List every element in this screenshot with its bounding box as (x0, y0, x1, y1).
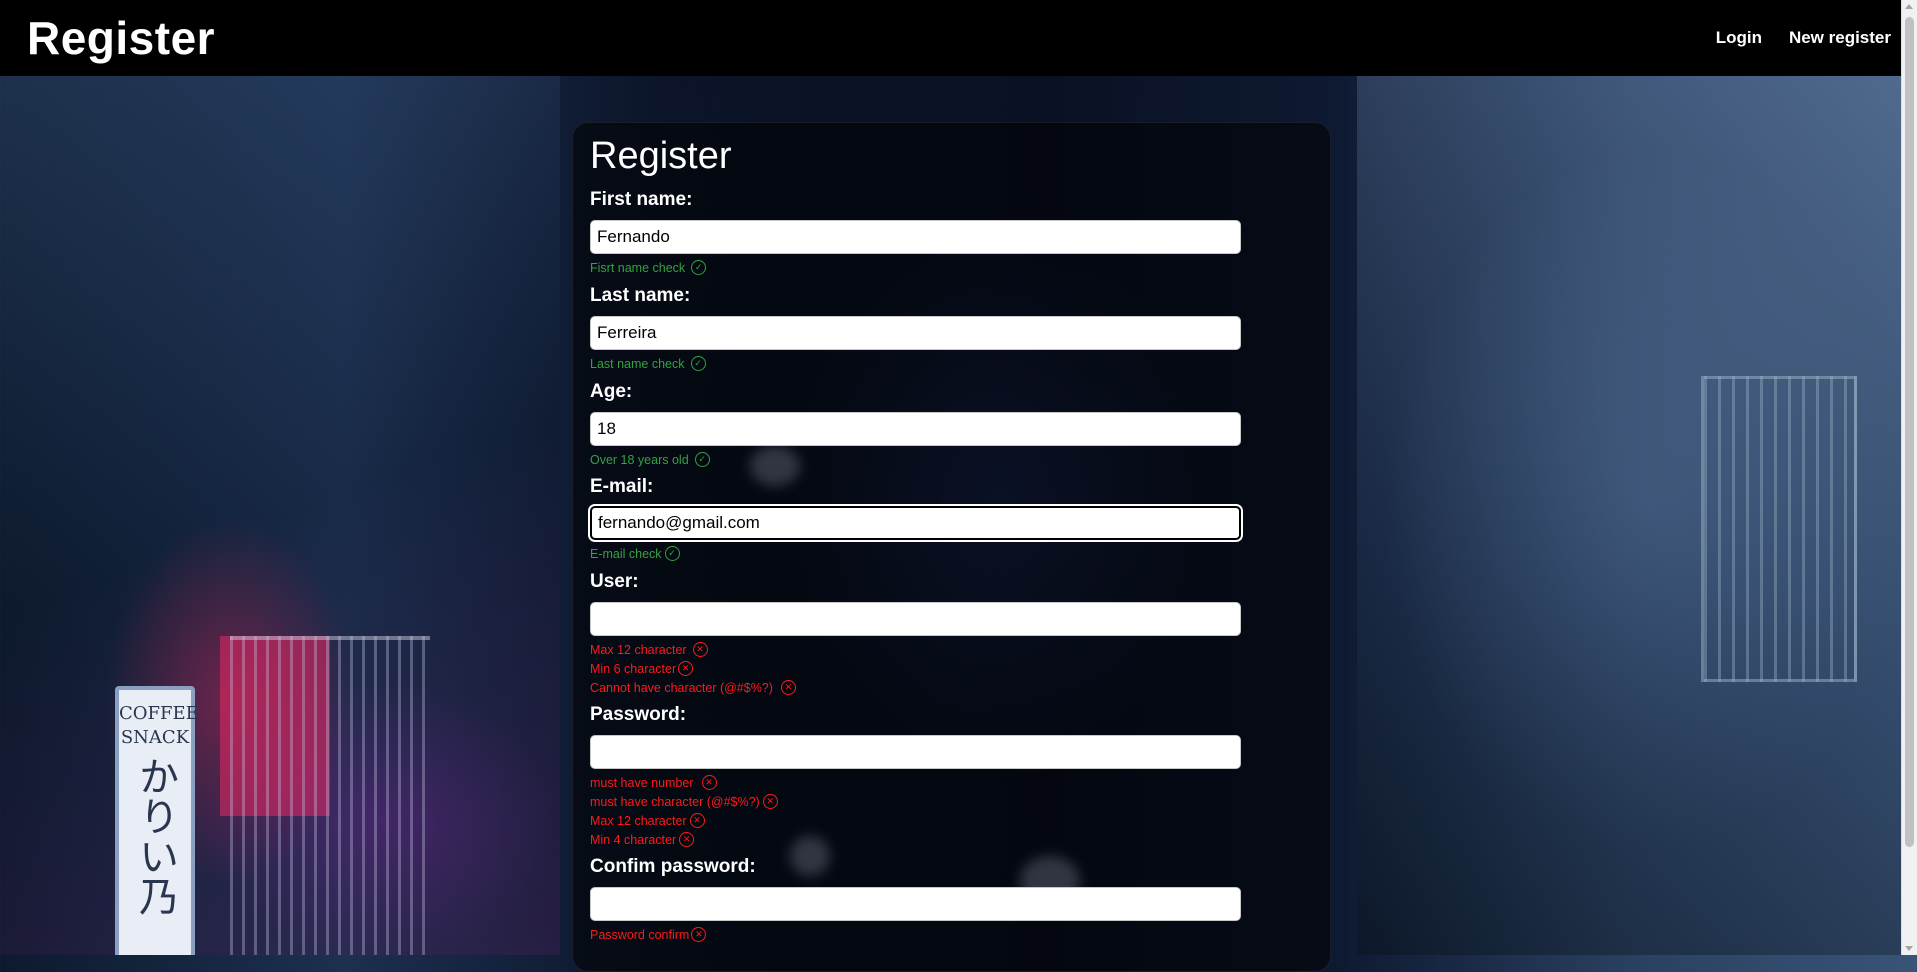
age-input[interactable] (590, 412, 1241, 446)
password-check-min-text: Min 4 character (590, 832, 677, 847)
form-title: Register (590, 135, 732, 177)
building-window (1701, 376, 1857, 682)
new-register-link[interactable]: New register (1789, 28, 1891, 48)
email-check: E-mail check ✓ (590, 546, 680, 561)
x-circle-icon: ✕ (762, 794, 778, 809)
sign-text-mid: SNACK (120, 727, 190, 748)
email-label: E-mail: (590, 476, 654, 497)
password-check-chars-text: must have character (@#$%?) (590, 794, 760, 809)
email-input[interactable] (590, 506, 1241, 540)
user-label: User: (590, 571, 639, 592)
sign-text-jp: かりい乃 (132, 756, 178, 916)
last-name-check-text: Last name check (590, 356, 685, 371)
x-circle-icon: ✕ (689, 813, 705, 828)
scroll-up-arrow-icon[interactable] (1905, 4, 1913, 9)
first-name-input[interactable] (590, 220, 1241, 254)
x-circle-icon: ✕ (701, 775, 717, 790)
user-check-chars: Cannot have character (@#$%?) ✕ (590, 680, 796, 695)
confirm-password-input[interactable] (590, 887, 1241, 921)
check-circle-icon: ✓ (690, 356, 706, 371)
scrollbar-thumb[interactable] (1905, 17, 1914, 847)
x-circle-icon: ✕ (780, 680, 796, 695)
confirm-password-check: Password confirm ✕ (590, 927, 707, 942)
x-circle-icon: ✕ (679, 832, 695, 847)
user-check-min: Min 6 character ✕ (590, 661, 694, 676)
user-check-max: Max 12 character ✕ (590, 642, 708, 657)
x-circle-icon: ✕ (692, 642, 708, 657)
brand-title: Register (27, 12, 216, 64)
last-name-label: Last name: (590, 285, 691, 306)
check-circle-icon: ✓ (664, 546, 680, 561)
confirm-password-check-text: Password confirm (590, 927, 690, 942)
nav-links: Login New register (1716, 28, 1891, 48)
password-check-chars: must have character (@#$%?) ✕ (590, 794, 778, 809)
check-circle-icon: ✓ (691, 260, 707, 275)
user-check-max-text: Max 12 character (590, 642, 687, 657)
email-check-text: E-mail check (590, 546, 662, 561)
age-label: Age: (590, 381, 633, 402)
password-label: Password: (590, 704, 687, 725)
page-scrollbar[interactable] (1901, 0, 1917, 955)
password-check-number: must have number ✕ (590, 775, 717, 790)
password-check-max-text: Max 12 character (590, 813, 687, 828)
password-check-number-text: must have number (590, 775, 694, 790)
password-check-min: Min 4 character ✕ (590, 832, 695, 847)
age-check-text: Over 18 years old (590, 452, 689, 467)
confirm-password-label: Confim password: (590, 856, 756, 877)
first-name-check-text: Fisrt name check (590, 260, 686, 275)
top-navbar: Register Login New register (0, 0, 1917, 76)
last-name-input[interactable] (590, 316, 1241, 350)
user-check-min-text: Min 6 character (590, 661, 677, 676)
age-check: Over 18 years old ✓ (590, 452, 710, 467)
first-name-check: Fisrt name check ✓ (590, 260, 707, 275)
password-check-max: Max 12 character ✕ (590, 813, 705, 828)
coffee-snack-sign: COFFEE SNACK かりい乃 (115, 686, 199, 955)
check-circle-icon: ✓ (694, 452, 710, 467)
user-check-chars-text: Cannot have character (@#$%?) (590, 680, 773, 695)
user-input[interactable] (590, 602, 1241, 636)
sign-text-top: COFFEE (119, 703, 199, 724)
scroll-down-arrow-icon[interactable] (1905, 946, 1913, 951)
x-circle-icon: ✕ (691, 927, 707, 942)
x-circle-icon: ✕ (678, 661, 694, 676)
balcony-railing (230, 636, 430, 955)
password-input[interactable] (590, 735, 1241, 769)
login-link[interactable]: Login (1716, 28, 1762, 48)
last-name-check: Last name check ✓ (590, 356, 706, 371)
first-name-label: First name: (590, 189, 693, 210)
register-form-panel: Register First name: Fisrt name check ✓ … (572, 122, 1331, 972)
